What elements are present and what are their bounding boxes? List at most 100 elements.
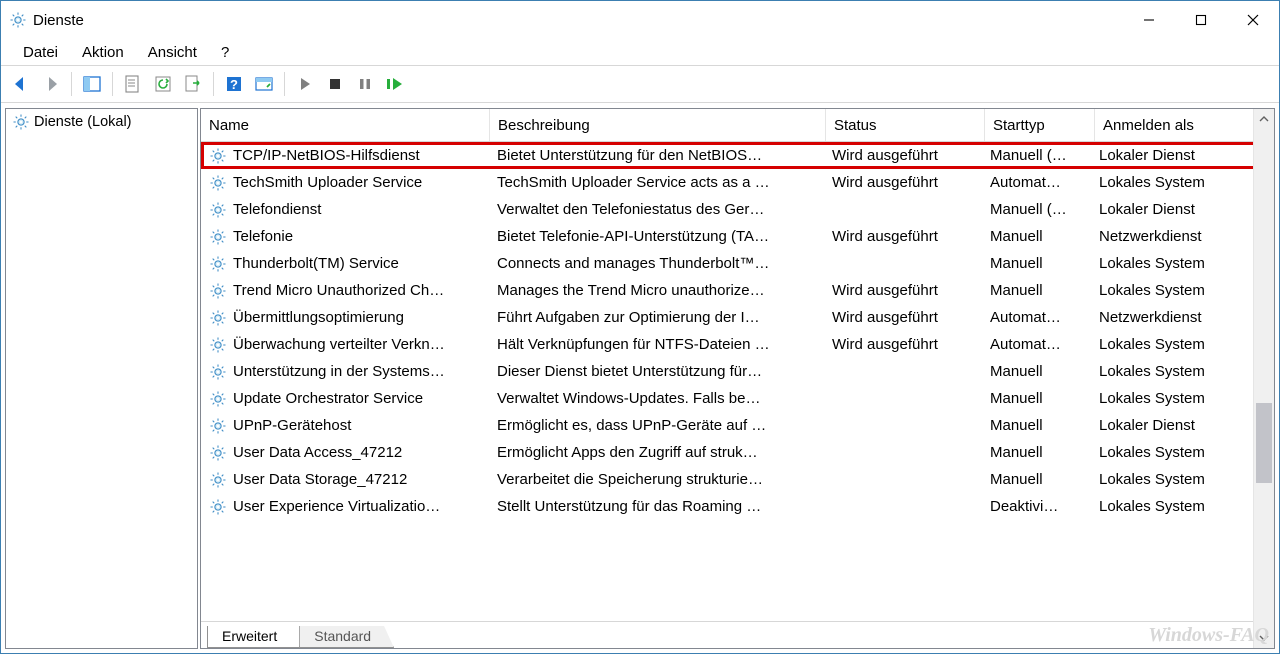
cell-desc: TechSmith Uploader Service acts as a … xyxy=(489,174,824,191)
column-header-login[interactable]: Anmelden als xyxy=(1095,109,1273,141)
cell-desc: Bietet Unterstützung für den NetBIOS… xyxy=(489,147,824,164)
cell-name: User Data Storage_47212 xyxy=(201,471,489,489)
cell-status: Wird ausgeführt xyxy=(824,309,982,326)
cell-name: Unterstützung in der Systems… xyxy=(201,363,489,381)
list-pane: Name Beschreibung Status Starttyp Anmeld… xyxy=(200,108,1275,649)
cell-name: Übermittlungsoptimierung xyxy=(201,309,489,327)
cell-desc: Stellt Unterstützung für das Roaming … xyxy=(489,498,824,515)
scroll-down-arrow[interactable] xyxy=(1254,628,1274,648)
window-controls xyxy=(1123,1,1279,39)
minimize-button[interactable] xyxy=(1123,1,1175,39)
service-name: User Data Access_47212 xyxy=(233,444,489,461)
close-button[interactable] xyxy=(1227,1,1279,39)
gear-icon xyxy=(209,201,227,219)
tree-item-services-local[interactable]: Dienste (Lokal) xyxy=(6,109,197,135)
service-row[interactable]: TelefonieBietet Telefonie-API-Unterstütz… xyxy=(201,223,1274,250)
restart-service-button[interactable] xyxy=(381,69,409,99)
help-button[interactable]: ? xyxy=(220,69,248,99)
refresh-button[interactable] xyxy=(149,69,177,99)
cell-start: Manuell xyxy=(982,390,1091,407)
stop-service-button[interactable] xyxy=(321,69,349,99)
menu-datei[interactable]: Datei xyxy=(19,42,62,63)
service-row[interactable]: UPnP-GerätehostErmöglicht es, dass UPnP-… xyxy=(201,412,1274,439)
gear-icon xyxy=(209,282,227,300)
service-name: UPnP-Gerätehost xyxy=(233,417,489,434)
cell-desc: Connects and manages Thunderbolt™… xyxy=(489,255,824,272)
menu-help[interactable]: ? xyxy=(217,42,233,63)
service-name: User Experience Virtualizatio… xyxy=(233,498,489,515)
cell-login: Netzwerkdienst xyxy=(1091,228,1269,245)
column-header-name[interactable]: Name xyxy=(201,109,490,141)
properties-button[interactable] xyxy=(119,69,147,99)
service-name: TCP/IP-NetBIOS-Hilfsdienst xyxy=(233,147,489,164)
view-tabs: Erweitert Standard xyxy=(201,621,1274,648)
gear-icon xyxy=(209,498,227,516)
cell-start: Manuell (… xyxy=(982,201,1091,218)
console-tree-button[interactable] xyxy=(250,69,278,99)
service-name: TechSmith Uploader Service xyxy=(233,174,489,191)
window-title: Dienste xyxy=(33,12,84,29)
tab-erweitert[interactable]: Erweitert xyxy=(207,626,300,648)
cell-login: Lokales System xyxy=(1091,363,1269,380)
service-row[interactable]: Update Orchestrator ServiceVerwaltet Win… xyxy=(201,385,1274,412)
service-row[interactable]: Thunderbolt(TM) ServiceConnects and mana… xyxy=(201,250,1274,277)
menu-bar: Datei Aktion Ansicht ? xyxy=(1,39,1279,65)
cell-desc: Manages the Trend Micro unauthorize… xyxy=(489,282,824,299)
service-row[interactable]: User Experience Virtualizatio…Stellt Unt… xyxy=(201,493,1274,520)
service-name: Update Orchestrator Service xyxy=(233,390,489,407)
column-header-desc[interactable]: Beschreibung xyxy=(490,109,826,141)
column-header-start[interactable]: Starttyp xyxy=(985,109,1095,141)
scroll-track[interactable] xyxy=(1254,129,1274,628)
maximize-button[interactable] xyxy=(1175,1,1227,39)
scroll-up-arrow[interactable] xyxy=(1254,109,1274,129)
cell-start: Manuell xyxy=(982,255,1091,272)
service-name: Telefondienst xyxy=(233,201,489,218)
cell-start: Deaktivi… xyxy=(982,498,1091,515)
nav-forward-button[interactable] xyxy=(37,69,65,99)
cell-name: UPnP-Gerätehost xyxy=(201,417,489,435)
service-row[interactable]: User Data Storage_47212Verarbeitet die S… xyxy=(201,466,1274,493)
pause-service-button[interactable] xyxy=(351,69,379,99)
cell-start: Manuell xyxy=(982,282,1091,299)
export-list-button[interactable] xyxy=(179,69,207,99)
service-name: User Data Storage_47212 xyxy=(233,471,489,488)
cell-status: Wird ausgeführt xyxy=(824,174,982,191)
service-row[interactable]: User Data Access_47212Ermöglicht Apps de… xyxy=(201,439,1274,466)
gear-icon xyxy=(209,255,227,273)
body-split: Dienste (Lokal) Name Beschreibung Status… xyxy=(1,103,1279,653)
vertical-scrollbar[interactable] xyxy=(1253,109,1274,648)
cell-desc: Führt Aufgaben zur Optimierung der I… xyxy=(489,309,824,326)
cell-name: Update Orchestrator Service xyxy=(201,390,489,408)
start-service-button[interactable] xyxy=(291,69,319,99)
cell-status: Wird ausgeführt xyxy=(824,336,982,353)
column-header-status[interactable]: Status xyxy=(826,109,985,141)
service-name: Überwachung verteilter Verkn… xyxy=(233,336,489,353)
service-name: Übermittlungsoptimierung xyxy=(233,309,489,326)
nav-back-button[interactable] xyxy=(7,69,35,99)
service-row[interactable]: TCP/IP-NetBIOS-HilfsdienstBietet Unterst… xyxy=(201,142,1274,169)
cell-start: Automat… xyxy=(982,309,1091,326)
cell-login: Lokales System xyxy=(1091,255,1269,272)
cell-desc: Hält Verknüpfungen für NTFS-Dateien … xyxy=(489,336,824,353)
scroll-thumb[interactable] xyxy=(1256,403,1272,483)
toolbar-separator xyxy=(71,72,72,96)
menu-ansicht[interactable]: Ansicht xyxy=(144,42,201,63)
menu-aktion[interactable]: Aktion xyxy=(78,42,128,63)
cell-desc: Verarbeitet die Speicherung strukturie… xyxy=(489,471,824,488)
gear-icon xyxy=(209,147,227,165)
service-name: Thunderbolt(TM) Service xyxy=(233,255,489,272)
cell-login: Lokales System xyxy=(1091,282,1269,299)
service-row[interactable]: Trend Micro Unauthorized Ch…Manages the … xyxy=(201,277,1274,304)
cell-login: Netzwerkdienst xyxy=(1091,309,1269,326)
tab-standard[interactable]: Standard xyxy=(299,626,394,648)
service-row[interactable]: Überwachung verteilter Verkn…Hält Verknü… xyxy=(201,331,1274,358)
cell-login: Lokales System xyxy=(1091,471,1269,488)
show-hide-tree-button[interactable] xyxy=(78,69,106,99)
cell-login: Lokales System xyxy=(1091,498,1269,515)
service-row[interactable]: TechSmith Uploader ServiceTechSmith Uplo… xyxy=(201,169,1274,196)
list-body: TCP/IP-NetBIOS-HilfsdienstBietet Unterst… xyxy=(201,142,1274,621)
service-row[interactable]: ÜbermittlungsoptimierungFührt Aufgaben z… xyxy=(201,304,1274,331)
service-row[interactable]: Unterstützung in der Systems…Dieser Dien… xyxy=(201,358,1274,385)
toolbar-separator xyxy=(213,72,214,96)
service-row[interactable]: TelefondienstVerwaltet den Telefoniestat… xyxy=(201,196,1274,223)
